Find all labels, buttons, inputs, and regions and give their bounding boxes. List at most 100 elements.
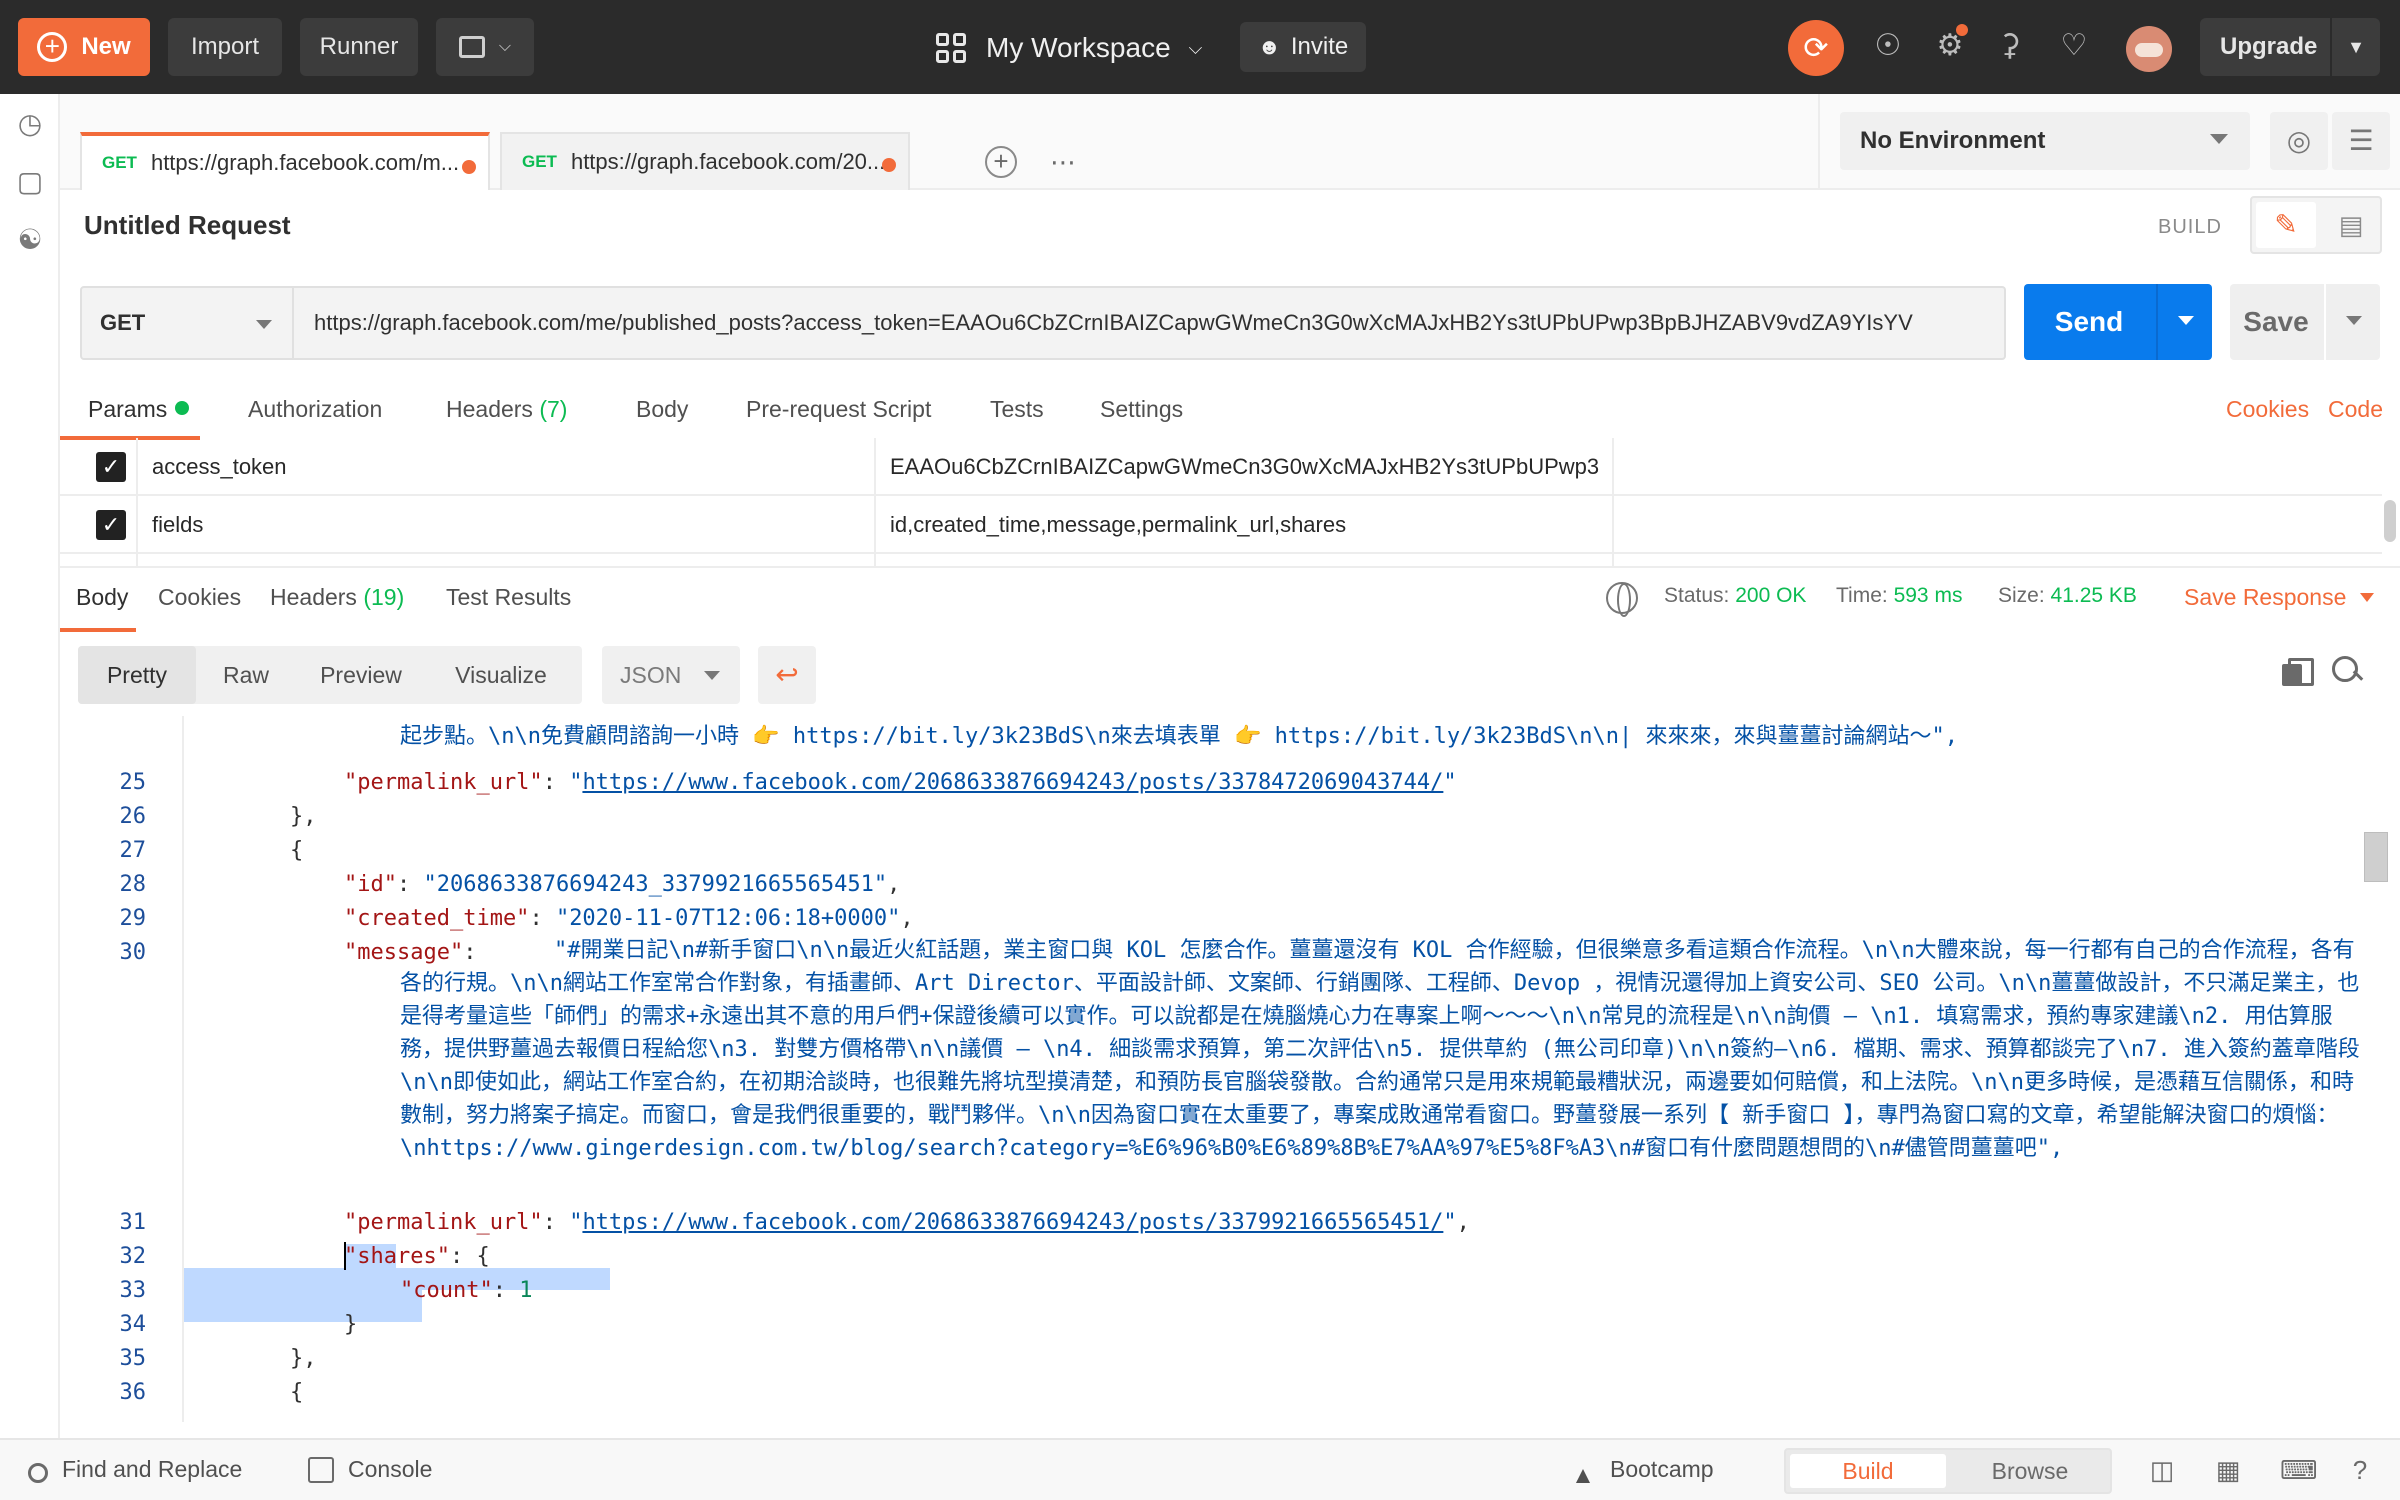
tab-prerequest-script[interactable]: Pre-request Script <box>746 396 931 423</box>
chevron-down-icon[interactable]: ▼ <box>2330 18 2380 76</box>
headers-count: (19) <box>363 584 405 610</box>
graduation-cap-icon: ▲ <box>1571 1462 1595 1489</box>
save-button[interactable]: Save <box>2230 284 2380 360</box>
apis-icon[interactable]: ☯ <box>14 224 46 256</box>
tab-request-2[interactable]: GET https://graph.facebook.com/20... <box>500 132 910 190</box>
help-icon[interactable]: ? <box>2344 1454 2376 1486</box>
url-input[interactable]: https://graph.facebook.com/me/published_… <box>294 286 2006 360</box>
add-tab-button[interactable]: + <box>978 134 1024 190</box>
upgrade-button[interactable]: Upgrade ▼ <box>2200 18 2380 76</box>
tab-method: GET <box>102 153 137 172</box>
avatar[interactable] <box>2126 26 2172 72</box>
status-readout: Status: 200 OK <box>1664 584 1806 608</box>
satellite-icon[interactable]: ☉ <box>1868 26 1908 66</box>
new-window-button[interactable]: ⌵ <box>436 18 534 76</box>
format-preview[interactable]: Preview <box>296 646 426 704</box>
pencil-icon[interactable]: ✎ <box>2256 202 2316 248</box>
runner-button[interactable]: Runner <box>300 18 418 76</box>
invite-button[interactable]: ☻ Invite <box>1240 22 1366 72</box>
wrap-lines-icon[interactable]: ↩ <box>758 646 816 704</box>
param-key[interactable] <box>136 554 874 566</box>
tab-params[interactable]: Params <box>88 396 190 423</box>
globe-icon[interactable] <box>1606 582 1638 617</box>
param-key[interactable]: access_token <box>136 438 874 496</box>
param-value[interactable] <box>874 554 1612 566</box>
collections-icon[interactable]: ▢ <box>14 166 46 198</box>
param-key[interactable]: fields <box>136 496 874 554</box>
more-tabs-icon[interactable]: ⋯ <box>1040 134 1086 190</box>
language-label: JSON <box>620 662 682 688</box>
format-raw[interactable]: Raw <box>196 646 296 704</box>
bootcamp-label: Bootcamp <box>1610 1456 1714 1482</box>
param-value[interactable]: EAAOu6CbZCrnIBAIZCapwGWmeCn3G0wXcMAJxHB2… <box>874 438 1612 496</box>
unsaved-dot <box>882 158 896 172</box>
keyboard-icon[interactable]: ⌨ <box>2280 1454 2318 1486</box>
selection-highlight <box>184 1268 610 1290</box>
size-label: Size: <box>1998 584 2045 607</box>
format-visualize[interactable]: Visualize <box>426 646 576 704</box>
tab-request-1[interactable]: GET https://graph.facebook.com/m... <box>80 132 490 190</box>
permalink-link[interactable]: https://www.facebook.com/206863387669424… <box>582 770 1443 795</box>
tab-headers[interactable]: Headers (7) <box>446 396 567 423</box>
sync-icon[interactable]: ⟳ <box>1788 20 1844 76</box>
history-icon[interactable]: ◷ <box>14 108 46 140</box>
param-value[interactable]: id,created_time,message,permalink_url,sh… <box>874 496 1612 554</box>
param-description[interactable] <box>1612 438 2382 496</box>
workspace-switcher[interactable]: My Workspace ⌵ <box>936 26 1202 70</box>
language-select[interactable]: JSON <box>602 646 740 704</box>
sliders-icon[interactable]: ☰ <box>2332 112 2390 170</box>
import-button[interactable]: Import <box>168 18 282 76</box>
tab-test-results[interactable]: Test Results <box>446 584 571 611</box>
active-tab-underline <box>60 628 136 632</box>
param-description[interactable] <box>1612 496 2382 554</box>
time-readout: Time: 593 ms <box>1836 584 1962 608</box>
save-options-caret[interactable] <box>2324 284 2380 360</box>
search-icon[interactable] <box>2332 656 2362 686</box>
divider <box>60 566 2400 568</box>
row-checkbox[interactable]: ✓ <box>96 452 126 482</box>
environment-select[interactable]: No Environment <box>1840 112 2250 170</box>
new-button[interactable]: + New <box>18 18 150 76</box>
comment-icon[interactable]: ▤ <box>2322 202 2380 248</box>
format-pretty[interactable]: Pretty <box>78 646 196 704</box>
eye-icon[interactable]: ◎ <box>2270 112 2328 170</box>
request-title[interactable]: Untitled Request <box>84 210 291 241</box>
method-select[interactable]: GET <box>80 286 294 360</box>
browse-mode-button[interactable]: Browse <box>1952 1454 2108 1488</box>
params-table: ✓ access_token EAAOu6CbZCrnIBAIZCapwGWme… <box>60 438 2382 566</box>
tab-response-body[interactable]: Body <box>76 584 128 611</box>
copy-icon[interactable] <box>2282 658 2314 686</box>
tab-body[interactable]: Body <box>636 396 688 423</box>
console-button[interactable]: Console <box>308 1456 432 1483</box>
tab-response-cookies[interactable]: Cookies <box>158 584 241 611</box>
response-body[interactable]: 起步點。\n\n免費顧問諮詢一小時 👉 https://bit.ly/3k23B… <box>60 716 2360 1422</box>
find-replace-button[interactable]: Find and Replace <box>28 1456 242 1483</box>
tab-tests[interactable]: Tests <box>990 396 1044 423</box>
params-scrollbar[interactable] <box>2384 446 2396 546</box>
build-mode-button[interactable]: Build <box>1790 1454 1946 1488</box>
param-description[interactable] <box>1612 554 2382 566</box>
heart-icon[interactable]: ♡ <box>2054 26 2094 66</box>
cookies-link[interactable]: Cookies <box>2226 396 2309 423</box>
row-checkbox[interactable]: ✓ <box>96 510 126 540</box>
send-options-caret[interactable] <box>2156 284 2212 360</box>
save-response-button[interactable]: Save Response <box>2184 584 2374 611</box>
response-scrollbar[interactable] <box>2362 716 2390 1422</box>
tab-settings[interactable]: Settings <box>1100 396 1183 423</box>
tab-authorization[interactable]: Authorization <box>248 396 382 423</box>
save-label: Save <box>2243 306 2309 337</box>
bootcamp-button[interactable]: ▲ Bootcamp <box>1570 1456 1714 1489</box>
plus-icon: + <box>37 32 68 62</box>
code-link[interactable]: Code <box>2328 396 2383 423</box>
tab-response-headers[interactable]: Headers (19) <box>270 584 404 611</box>
params-indicator-dot <box>175 401 190 415</box>
layout-icon[interactable]: ▦ <box>2212 1454 2244 1486</box>
code-line: { <box>290 1380 304 1405</box>
permalink-link[interactable]: https://www.facebook.com/206863387669424… <box>582 1210 1443 1235</box>
request-tabs: Params Authorization Headers (7) Body Pr… <box>60 382 2400 440</box>
bell-icon[interactable]: ⚳ <box>1990 26 2030 66</box>
code-line: { <box>290 838 304 863</box>
two-pane-icon[interactable]: ◫ <box>2146 1454 2178 1486</box>
status-bar: Find and Replace Console ▲ Bootcamp Build… <box>0 1438 2400 1500</box>
send-button[interactable]: Send <box>2024 284 2212 360</box>
